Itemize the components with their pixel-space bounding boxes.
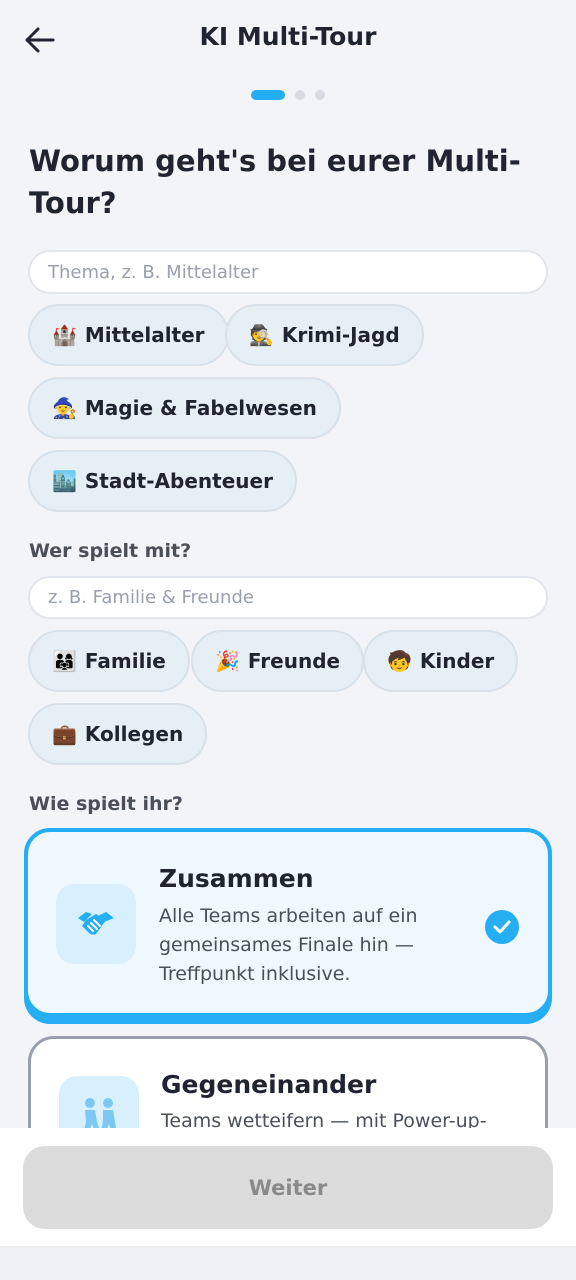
- family-icon: 👨‍👩‍👧: [52, 649, 77, 673]
- chip-label: Stadt-Abenteuer: [84, 469, 273, 493]
- step-dot-2: [295, 90, 305, 100]
- players-chip-familie[interactable]: 👨‍👩‍👧 Familie: [28, 630, 190, 692]
- chip-label: Mittelalter: [84, 323, 205, 347]
- topic-chip-stadt-abenteuer[interactable]: 🏙️ Stadt-Abenteuer: [28, 450, 297, 512]
- cityscape-icon: 🏙️: [52, 469, 77, 493]
- mode-option-gegeneinander[interactable]: Gegeneinander Teams wetteifern — mit Pow…: [28, 1036, 548, 1128]
- competition-icon: [59, 1076, 139, 1128]
- chip-label: Kollegen: [84, 722, 184, 746]
- child-icon: 🧒: [387, 649, 412, 673]
- mode-option-zusammen[interactable]: Zusammen Alle Teams arbeiten auf ein gem…: [24, 828, 552, 1017]
- option-title: Zusammen: [159, 864, 314, 893]
- players-label: Wer spielt mit?: [29, 540, 192, 562]
- footer-bar: Weiter: [0, 1128, 576, 1246]
- topic-chip-mittelalter[interactable]: 🏰 Mittelalter: [28, 304, 229, 366]
- chip-label: Familie: [84, 649, 166, 673]
- topic-chip-magie[interactable]: 🧙 Magie & Fabelwesen: [28, 377, 341, 439]
- step-dot-3: [315, 90, 325, 100]
- checkmark-icon: [485, 910, 519, 944]
- system-nav-area: [0, 1246, 576, 1280]
- chip-label: Freunde: [247, 649, 341, 673]
- mode-label: Wie spielt ihr?: [29, 793, 183, 815]
- option-title: Gegeneinander: [161, 1070, 377, 1099]
- topic-input[interactable]: [28, 250, 548, 294]
- players-chip-kollegen[interactable]: 💼 Kollegen: [28, 703, 208, 765]
- briefcase-icon: 💼: [52, 722, 77, 746]
- detective-icon: 🕵️: [249, 323, 274, 347]
- wizard-icon: 🧙: [52, 396, 77, 420]
- step-dot-1: [251, 90, 285, 100]
- chip-label: Krimi-Jagd: [281, 323, 400, 347]
- next-button[interactable]: Weiter: [23, 1146, 553, 1229]
- players-chip-kinder[interactable]: 🧒 Kinder: [363, 630, 519, 692]
- players-input[interactable]: [28, 576, 548, 619]
- option-description: Alle Teams arbeiten auf ein gemeinsames …: [159, 905, 418, 985]
- step-indicator: [0, 90, 576, 100]
- topic-chip-krimi-jagd[interactable]: 🕵️ Krimi-Jagd: [225, 304, 424, 366]
- party-popper-icon: 🎉: [215, 649, 240, 673]
- option-description: Teams wetteifern — mit Power-up-: [161, 1110, 487, 1128]
- chip-label: Magie & Fabelwesen: [84, 396, 317, 420]
- scroll-content[interactable]: KI Multi-Tour Worum geht's bei eurer Mul…: [0, 0, 576, 1128]
- header: KI Multi-Tour: [0, 0, 576, 80]
- question-heading: Worum geht's bei eurer Multi-Tour?: [29, 144, 521, 220]
- page-title: KI Multi-Tour: [199, 22, 377, 51]
- handshake-icon: [56, 884, 136, 964]
- castle-icon: 🏰: [52, 323, 77, 347]
- players-chip-freunde[interactable]: 🎉 Freunde: [191, 630, 365, 692]
- chip-label: Kinder: [419, 649, 495, 673]
